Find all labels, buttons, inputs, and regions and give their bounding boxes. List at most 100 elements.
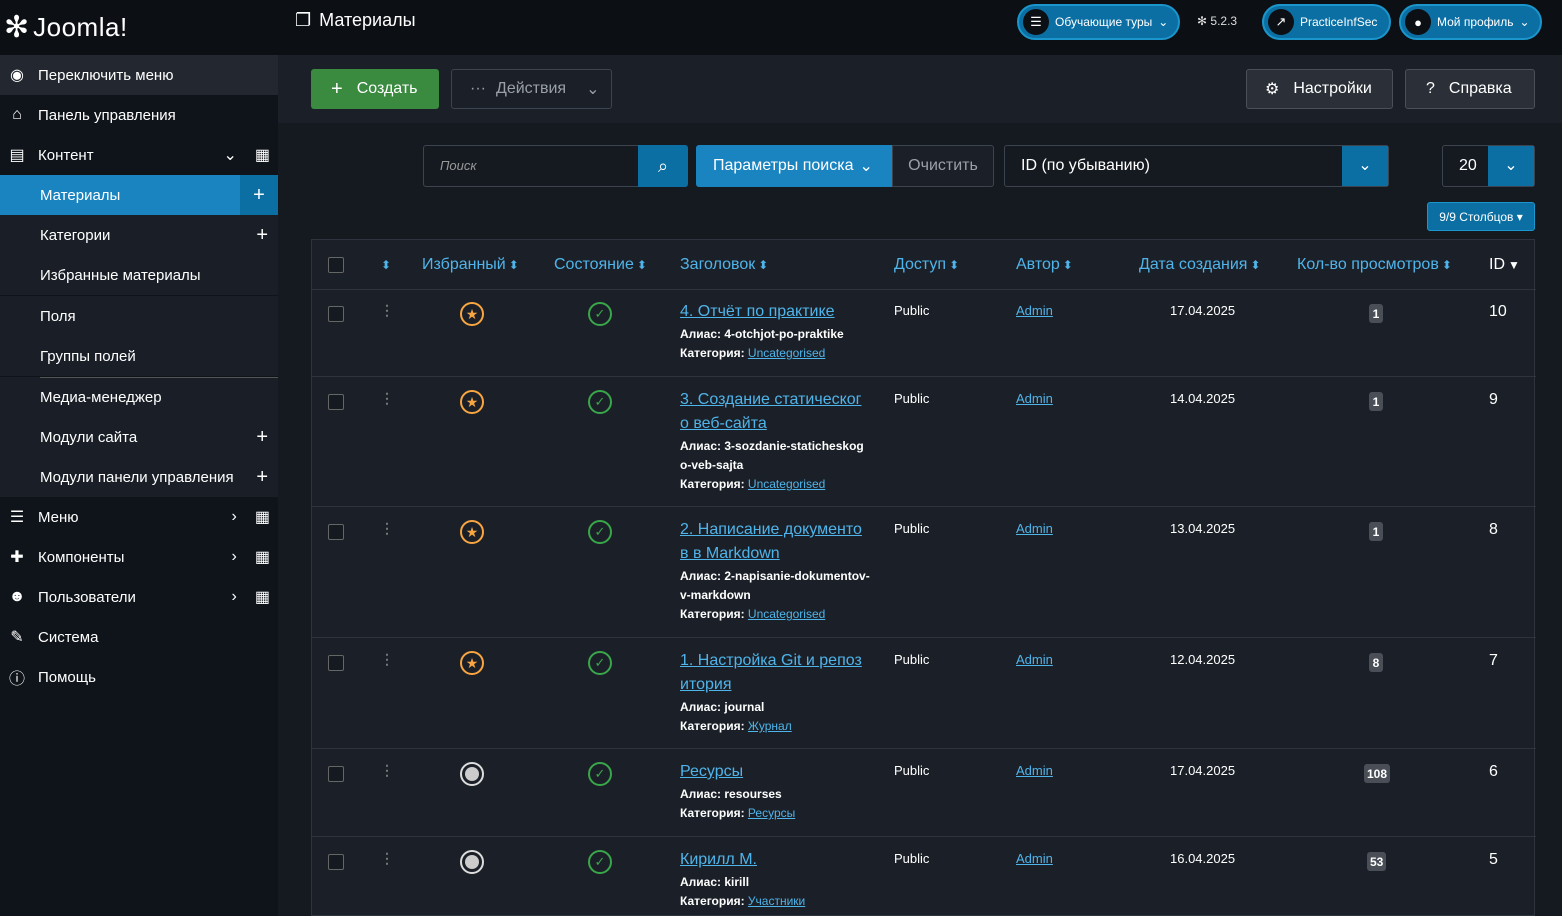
columns-button[interactable]: 9/9 Столбцов ▾ [1427, 202, 1535, 231]
sidebar-label: Избранные материалы [40, 266, 201, 284]
search-button[interactable]: ⌕ [638, 145, 688, 187]
author-link[interactable]: Admin [1016, 303, 1053, 318]
article-title-link[interactable]: Кирилл М. [680, 848, 870, 872]
article-title-link[interactable]: 3. Создание статического веб-сайта [680, 388, 870, 436]
article-title-link[interactable]: 4. Отчёт по практике [680, 300, 870, 324]
joomla-logo[interactable]: ✻ Joomla! [0, 0, 278, 55]
category-link[interactable]: Uncategorised [748, 477, 825, 491]
category-link[interactable]: Uncategorised [748, 607, 825, 621]
ellipsis-icon: ··· [470, 80, 486, 97]
add-icon[interactable]: + [256, 466, 268, 489]
header-label: ID [1489, 256, 1505, 273]
drag-handle-icon[interactable]: ⋮ [380, 850, 394, 867]
sidebar-item-dashboard[interactable]: ⌂ Панель управления [0, 95, 278, 135]
row-checkbox[interactable] [328, 524, 344, 540]
sidebar-item-admin-modules[interactable]: Модули панели управления + [0, 457, 278, 497]
guided-tours-button[interactable]: ☰ Обучающие туры ⌄ [1017, 4, 1181, 40]
author-link[interactable]: Admin [1016, 521, 1053, 536]
add-icon[interactable]: + [256, 426, 268, 449]
status-header[interactable]: Состояние ⬍ [554, 240, 647, 290]
search-input[interactable]: Поиск [423, 145, 639, 187]
featured-star-icon[interactable]: ★ [460, 302, 484, 326]
limit-select[interactable]: 20 ⌄ [1442, 145, 1535, 187]
unfeatured-circle-icon[interactable] [460, 762, 484, 786]
category-label: Категория: [680, 719, 745, 733]
ordering-header[interactable]: ⬍ [378, 240, 391, 290]
featured-header[interactable]: Избранный ⬍ [422, 240, 519, 290]
actions-button[interactable]: ··· Действия ⌄ [451, 69, 612, 109]
published-check-icon[interactable]: ✓ [588, 390, 612, 414]
author-header[interactable]: Автор ⬍ [1016, 240, 1073, 290]
article-title-link[interactable]: Ресурсы [680, 760, 870, 784]
published-check-icon[interactable]: ✓ [588, 762, 612, 786]
unfeatured-circle-icon[interactable] [460, 850, 484, 874]
help-button[interactable]: ? Справка [1405, 69, 1535, 109]
drag-handle-icon[interactable]: ⋮ [380, 651, 394, 668]
add-icon[interactable]: + [240, 175, 278, 215]
article-title-link[interactable]: 2. Написание документов в Markdown [680, 518, 870, 566]
clear-button[interactable]: Очистить [892, 145, 994, 187]
sidebar-item-components[interactable]: ✚ Компоненты › ▦ [0, 537, 278, 577]
access-header[interactable]: Доступ ⬍ [894, 240, 959, 290]
featured-star-icon[interactable]: ★ [460, 390, 484, 414]
sidebar-item-content[interactable]: ▤ Контент ⌄ ▦ [0, 135, 278, 175]
sidebar-item-help[interactable]: ⓘ Помощь [0, 657, 278, 697]
dashboard-grid-icon[interactable]: ▦ [255, 587, 270, 607]
sidebar-item-media[interactable]: Медиа-менеджер [0, 377, 278, 417]
article-id: 7 [1489, 652, 1498, 669]
author-link[interactable]: Admin [1016, 391, 1053, 406]
sidebar-item-articles[interactable]: Материалы + [0, 175, 278, 215]
sidebar-toggle-menu[interactable]: ◉ Переключить меню [0, 55, 278, 95]
category-link[interactable]: Участники [748, 894, 805, 908]
settings-button[interactable]: ⚙ Настройки [1246, 69, 1393, 109]
published-check-icon[interactable]: ✓ [588, 651, 612, 675]
create-button[interactable]: + Создать [311, 69, 439, 109]
sidebar-item-fields[interactable]: Поля [0, 296, 278, 336]
sidebar-item-system[interactable]: ✎ Система [0, 617, 278, 657]
title-header[interactable]: Заголовок ⬍ [680, 240, 768, 290]
category-link[interactable]: Ресурсы [748, 806, 795, 820]
sidebar-item-users[interactable]: ☻ Пользователи › ▦ [0, 577, 278, 617]
sidebar-item-menus[interactable]: ☰ Меню › ▦ [0, 497, 278, 537]
sort-select[interactable]: ID (по убыванию) ⌄ [1004, 145, 1389, 187]
category-link[interactable]: Журнал [748, 719, 792, 733]
profile-button[interactable]: ● Мой профиль ⌄ [1399, 4, 1542, 40]
drag-handle-icon[interactable]: ⋮ [380, 762, 394, 779]
row-checkbox[interactable] [328, 766, 344, 782]
published-check-icon[interactable]: ✓ [588, 520, 612, 544]
site-link-button[interactable]: ↗ PracticeInfSec [1262, 4, 1392, 40]
featured-star-icon[interactable]: ★ [460, 651, 484, 675]
sidebar-item-categories[interactable]: Категории + [0, 215, 278, 255]
drag-handle-icon[interactable]: ⋮ [380, 390, 394, 407]
sidebar-item-field-groups[interactable]: Группы полей [0, 336, 278, 376]
hits-header[interactable]: Кол-во просмотров ⬍ [1297, 240, 1452, 290]
id-header[interactable]: ID ▼ [1489, 240, 1520, 290]
category-link[interactable]: Uncategorised [748, 346, 825, 360]
category-label: Категория: [680, 806, 745, 820]
featured-star-icon[interactable]: ★ [460, 520, 484, 544]
author-link[interactable]: Admin [1016, 763, 1053, 778]
row-checkbox[interactable] [328, 655, 344, 671]
dashboard-grid-icon[interactable]: ▦ [255, 547, 270, 567]
add-icon[interactable]: + [256, 224, 268, 247]
article-title-link[interactable]: 1. Настройка Git и репозитория [680, 649, 870, 697]
dashboard-grid-icon[interactable]: ▦ [255, 507, 270, 527]
sidebar-item-featured[interactable]: Избранные материалы [0, 255, 278, 295]
author-link[interactable]: Admin [1016, 652, 1053, 667]
sidebar-label: Модули сайта [40, 428, 138, 446]
version-text: 5.2.3 [1210, 14, 1238, 28]
row-checkbox[interactable] [328, 306, 344, 322]
published-check-icon[interactable]: ✓ [588, 302, 612, 326]
joomla-logo-icon: ✻ [4, 11, 30, 44]
row-checkbox[interactable] [328, 394, 344, 410]
dashboard-grid-icon[interactable]: ▦ [255, 145, 270, 165]
author-link[interactable]: Admin [1016, 851, 1053, 866]
row-checkbox[interactable] [328, 854, 344, 870]
drag-handle-icon[interactable]: ⋮ [380, 302, 394, 319]
search-options-button[interactable]: Параметры поиска ⌄ [696, 145, 892, 187]
drag-handle-icon[interactable]: ⋮ [380, 520, 394, 537]
select-all-checkbox[interactable] [328, 257, 344, 273]
published-check-icon[interactable]: ✓ [588, 850, 612, 874]
created-header[interactable]: Дата создания ⬍ [1139, 240, 1261, 290]
sidebar-item-site-modules[interactable]: Модули сайта + [0, 417, 278, 457]
